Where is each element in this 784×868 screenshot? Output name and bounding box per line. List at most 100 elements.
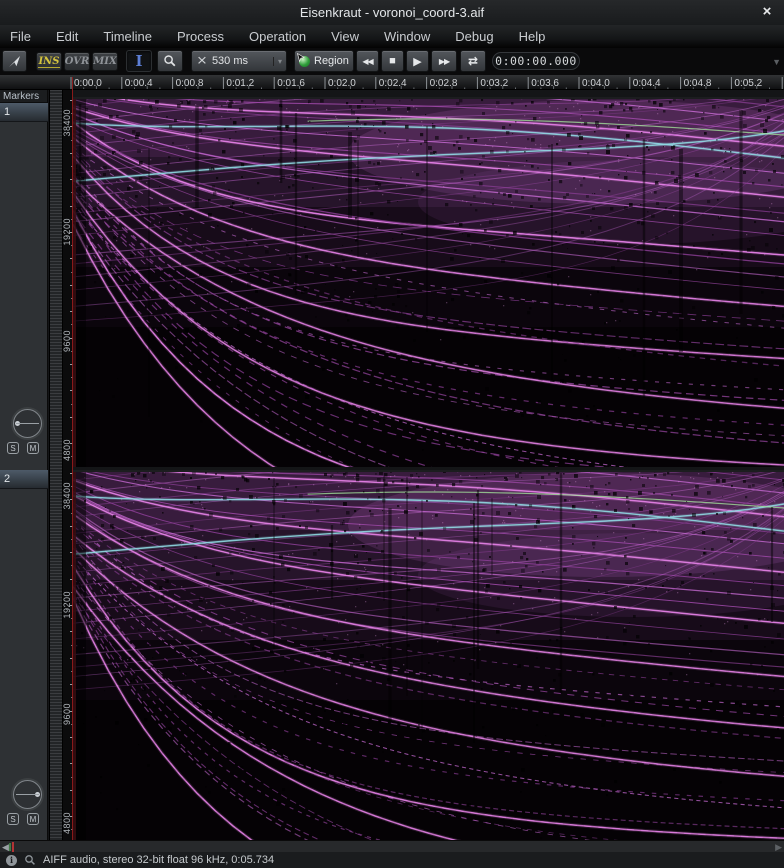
stop-icon: ■ xyxy=(389,55,396,67)
loop-icon: ⇄ xyxy=(468,54,478,68)
close-icon[interactable]: × xyxy=(758,3,776,21)
title-bar: Eisenkraut - voronoi_coord-3.aif × xyxy=(0,0,784,25)
freq-label: 9600 xyxy=(62,703,72,725)
spectrogram-image-2 xyxy=(73,470,784,840)
svg-text:0:03.6: 0:03.6 xyxy=(531,78,559,89)
time-display-value: 0:00:00.000 xyxy=(495,54,577,68)
markers-panel: Markers 1 S M 2 S M xyxy=(0,90,48,840)
toolbar: INS OVR MIX I × 530 ms ▾ Region ◀◀ ■ ▶ xyxy=(0,48,784,75)
file-info-text: AIFF audio, stereo 32-bit float 96 kHz, … xyxy=(43,854,274,866)
pan-knob-channel-2[interactable] xyxy=(13,780,42,809)
timeline-ruler[interactable]: 0:00.0 0:00.4 0:00.8 0:01.2 0:01.6 0:02.0 0:02… xyxy=(0,75,784,90)
position-marker-green xyxy=(9,843,11,851)
ibeam-icon: I xyxy=(135,52,142,70)
overwrite-mode-button[interactable]: OVR xyxy=(64,52,90,71)
ibeam-tool-button[interactable]: I xyxy=(126,50,152,72)
zoom-tool-button[interactable] xyxy=(157,50,183,72)
play-icon: ▶ xyxy=(413,55,421,68)
svg-text:0:04.4: 0:04.4 xyxy=(633,78,661,89)
blend-duration-value: 530 ms xyxy=(212,55,248,67)
insert-mode-label: INS xyxy=(38,56,59,68)
catch-orb-icon xyxy=(299,56,310,67)
track-1-label: 1 xyxy=(0,103,48,121)
fast-forward-icon: ▶▶ xyxy=(439,57,449,66)
spectrogram-channel-1[interactable] xyxy=(73,97,784,467)
rewind-icon: ◀◀ xyxy=(362,57,372,66)
solo-label: S xyxy=(10,444,15,453)
freq-label: 38400 xyxy=(62,482,72,510)
rewind-button[interactable]: ◀◀ xyxy=(356,50,379,72)
blend-duration-combo[interactable]: × 530 ms ▾ xyxy=(191,50,287,72)
menu-item-edit[interactable]: Edit xyxy=(52,27,82,46)
window-title: Eisenkraut - voronoi_coord-3.aif xyxy=(0,0,784,25)
mute-button-channel-1[interactable]: M xyxy=(27,442,39,454)
fast-forward-button[interactable]: ▶▶ xyxy=(431,50,457,72)
stop-button[interactable]: ■ xyxy=(381,50,404,72)
horizontal-scrollbar[interactable]: ◀ ▶ xyxy=(0,840,784,852)
position-marker-red xyxy=(12,842,14,852)
solo-button-channel-2[interactable]: S xyxy=(7,813,19,825)
loop-button[interactable]: ⇄ xyxy=(460,50,486,72)
playback-cursor xyxy=(72,77,73,840)
mix-mode-label: MIX xyxy=(93,56,117,67)
svg-text:0:04.0: 0:04.0 xyxy=(582,78,610,89)
pan-knob-channel-1[interactable] xyxy=(13,409,42,438)
svg-text:0:00.8: 0:00.8 xyxy=(176,78,204,89)
menu-item-process[interactable]: Process xyxy=(173,27,228,46)
menu-bar: File Edit Timeline Process Operation Vie… xyxy=(0,25,784,48)
track-header-1[interactable]: 1 xyxy=(0,103,48,122)
status-magnifier-icon[interactable] xyxy=(24,854,36,866)
svg-text:0:02.4: 0:02.4 xyxy=(379,78,407,89)
knob-dot-icon xyxy=(15,421,20,426)
svg-text:0:00.4: 0:00.4 xyxy=(125,78,153,89)
cursor-overlay-icon xyxy=(297,53,308,64)
menu-item-timeline[interactable]: Timeline xyxy=(99,27,156,46)
solo-label: S xyxy=(10,815,15,824)
svg-text:0:04.8: 0:04.8 xyxy=(684,78,712,89)
freq-label: 38400 xyxy=(62,109,72,137)
svg-text:0:02.8: 0:02.8 xyxy=(430,78,458,89)
solo-button-channel-1[interactable]: S xyxy=(7,442,19,454)
ruler-ticks: 0:00.0 0:00.4 0:00.8 0:01.2 0:01.6 0:02.0 0:02… xyxy=(0,75,784,90)
mute-button-channel-2[interactable]: M xyxy=(27,813,39,825)
menu-item-file[interactable]: File xyxy=(6,27,35,46)
svg-text:0:01.2: 0:01.2 xyxy=(226,78,254,89)
freq-label: 4800 xyxy=(62,439,72,461)
freq-label: 4800 xyxy=(62,812,72,834)
vertical-zoom-scrollbar[interactable] xyxy=(49,90,63,840)
info-icon[interactable]: i xyxy=(6,855,17,866)
magnifier-icon xyxy=(163,54,177,68)
svg-text:0:00.0: 0:00.0 xyxy=(74,78,102,89)
spectrogram-image-1 xyxy=(73,97,784,467)
mix-mode-button[interactable]: MIX xyxy=(92,52,118,71)
menu-item-debug[interactable]: Debug xyxy=(451,27,497,46)
menu-item-help[interactable]: Help xyxy=(515,27,550,46)
menu-item-window[interactable]: Window xyxy=(380,27,434,46)
mute-label: M xyxy=(30,444,37,453)
catch-mode-label: Region xyxy=(314,55,349,67)
catch-mode-combo[interactable]: Region xyxy=(294,50,354,72)
svg-text:0:05.2: 0:05.2 xyxy=(734,78,762,89)
svg-text:0:03.2: 0:03.2 xyxy=(480,78,508,89)
spectrogram-channel-2[interactable] xyxy=(73,470,784,840)
pointer-arrow-icon xyxy=(7,54,22,69)
menu-item-view[interactable]: View xyxy=(327,27,363,46)
menu-item-operation[interactable]: Operation xyxy=(245,27,310,46)
svg-text:0:01.6: 0:01.6 xyxy=(277,78,305,89)
crossfade-x-icon: × xyxy=(197,57,207,66)
knob-dot-icon xyxy=(35,792,40,797)
insert-mode-button[interactable]: INS xyxy=(36,52,62,71)
time-display[interactable]: 0:00:00.000 xyxy=(492,52,580,70)
freq-label: 19200 xyxy=(62,591,72,619)
chevron-down-icon[interactable]: ▾ xyxy=(273,57,282,66)
toolbar-overflow-icon[interactable]: ▼ xyxy=(772,57,781,67)
play-button[interactable]: ▶ xyxy=(406,50,429,72)
svg-text:0:02.0: 0:02.0 xyxy=(328,78,356,89)
mute-label: M xyxy=(30,815,37,824)
status-bar: i AIFF audio, stereo 32-bit float 96 kHz… xyxy=(0,852,784,868)
markers-header: Markers xyxy=(0,90,47,103)
pointer-tool-button[interactable] xyxy=(2,50,27,72)
freq-label: 19200 xyxy=(62,218,72,246)
track-header-2[interactable]: 2 xyxy=(0,470,48,489)
freq-label: 9600 xyxy=(62,330,72,352)
